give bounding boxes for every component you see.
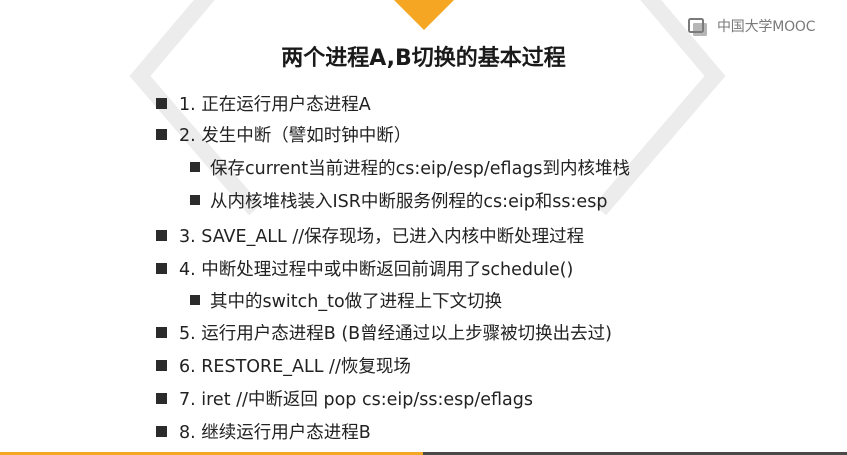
list-item: 5. 运行用户态进程B (B曾经通过以上步骤被切换出去过) (156, 319, 612, 345)
list-item-text: 7. iret //中断返回 pop cs:eip/ss:esp/eflags (179, 389, 533, 410)
list-item-text: 保存current当前进程的cs:eip/esp/eflags到内核堆栈 (210, 158, 631, 179)
list-item-text: 从内核堆栈装入ISR中断服务例程的cs:eip和ss:esp (210, 191, 608, 212)
list-item-text: 5. 运行用户态进程B (B曾经通过以上步骤被切换出去过) (179, 323, 612, 344)
square-bullet-icon (156, 128, 167, 140)
square-bullet-icon (156, 392, 167, 404)
square-bullet-icon (156, 425, 167, 437)
square-bullet-icon (156, 359, 167, 371)
list-item: 7. iret //中断返回 pop cs:eip/ss:esp/eflags (156, 385, 533, 411)
square-bullet-icon (190, 295, 200, 305)
list-item: 1. 正在运行用户态进程A (156, 90, 371, 116)
list-item: 8. 继续运行用户态进程B (156, 418, 371, 444)
square-bullet-icon (156, 262, 167, 274)
square-bullet-icon (190, 195, 200, 205)
square-bullet-icon (156, 326, 167, 338)
list-item-text: 4. 中断处理过程中或中断返回前调用了schedule() (179, 259, 574, 280)
bullet-list: 1. 正在运行用户态进程A 2. 发生中断（譬如时钟中断） 保存current当… (0, 0, 847, 455)
list-item-text: 6. RESTORE_ALL //恢复现场 (179, 356, 411, 377)
list-item: 4. 中断处理过程中或中断返回前调用了schedule() (156, 255, 573, 281)
list-item: 6. RESTORE_ALL //恢复现场 (156, 352, 411, 378)
list-item-text: 2. 发生中断（譬如时钟中断） (179, 125, 412, 146)
square-bullet-icon (190, 162, 200, 172)
sub-list-item: 其中的switch_to做了进程上下文切换 (190, 287, 502, 313)
list-item: 3. SAVE_ALL //保存现场，已进入内核中断处理过程 (156, 222, 584, 248)
list-item-text: 3. SAVE_ALL //保存现场，已进入内核中断处理过程 (179, 226, 585, 247)
sub-list-item: 保存current当前进程的cs:eip/esp/eflags到内核堆栈 (190, 154, 630, 180)
list-item-text: 8. 继续运行用户态进程B (179, 422, 371, 443)
square-bullet-icon (156, 97, 167, 109)
square-bullet-icon (156, 229, 167, 241)
sub-list-item: 从内核堆栈装入ISR中断服务例程的cs:eip和ss:esp (190, 187, 607, 213)
list-item-text: 其中的switch_to做了进程上下文切换 (210, 291, 503, 312)
list-item-text: 1. 正在运行用户态进程A (179, 94, 371, 115)
list-item: 2. 发生中断（譬如时钟中断） (156, 121, 411, 147)
slide: 中国大学MOOC 两个进程A,B切换的基本过程 1. 正在运行用户态进程A 2.… (0, 0, 847, 455)
